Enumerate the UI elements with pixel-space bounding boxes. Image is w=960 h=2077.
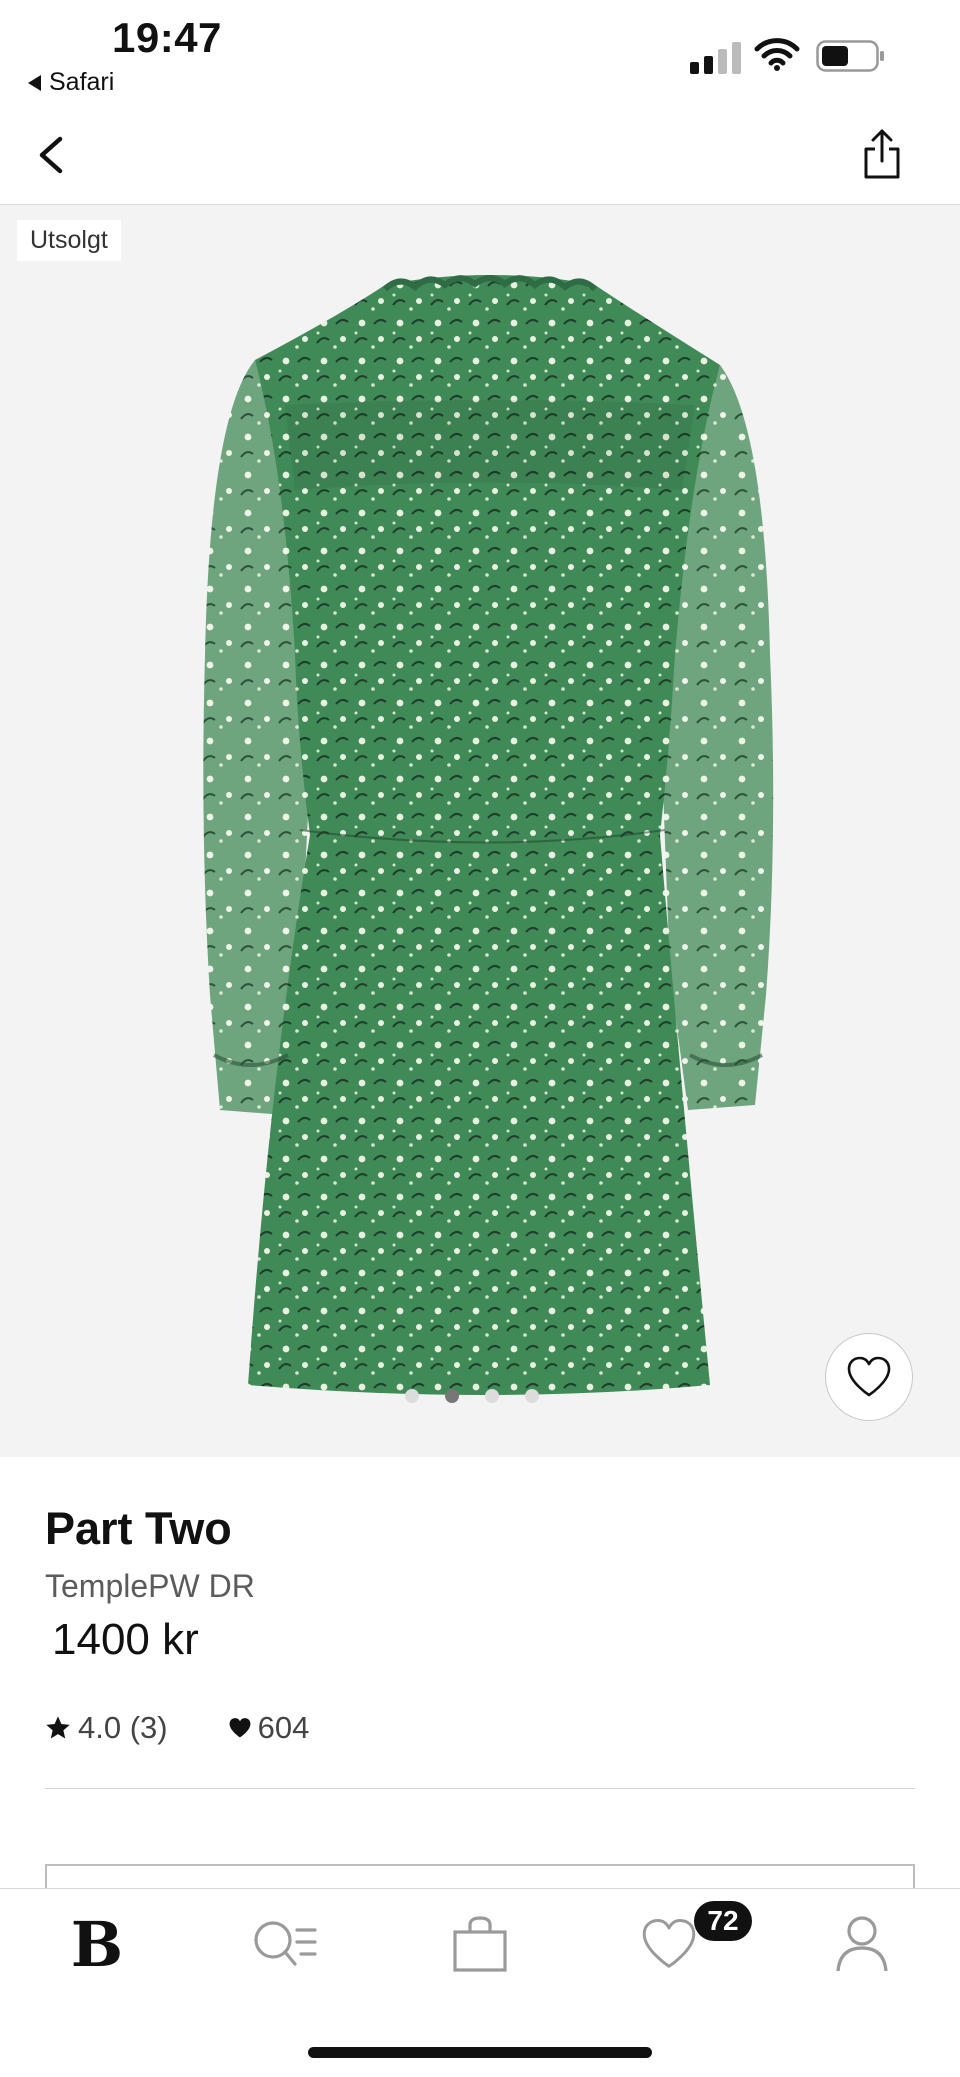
star-icon <box>46 1716 70 1739</box>
product-price: 1400 kr <box>52 1615 199 1664</box>
wifi-icon <box>754 38 800 71</box>
product-brand[interactable]: Part Two <box>45 1503 232 1555</box>
carousel-dots <box>405 1389 539 1403</box>
product-image-carousel[interactable]: Utsolgt <box>0 205 960 1457</box>
tab-home[interactable]: B <box>62 1907 132 1981</box>
search-icon <box>254 1921 317 1966</box>
cellular-signal-icon <box>690 40 742 74</box>
likes-count: 604 <box>257 1710 310 1745</box>
carousel-dot[interactable] <box>485 1389 499 1403</box>
product-name: TemplePW DR <box>45 1568 255 1604</box>
sold-out-badge: Utsolgt <box>17 220 121 261</box>
section-divider <box>45 1788 915 1789</box>
bag-icon <box>453 1916 507 1972</box>
chevron-left-icon[interactable] <box>32 133 72 177</box>
favorites-count-badge: 72 <box>694 1901 752 1941</box>
rating-group[interactable]: 4.0 (3) <box>44 1710 168 1746</box>
back-triangle-icon <box>28 74 41 91</box>
likes-group: 604 <box>228 1710 310 1746</box>
status-bar: 19:47 Safari <box>0 0 960 105</box>
profile-icon <box>836 1916 888 1972</box>
tab-profile[interactable] <box>827 1909 897 1979</box>
dress-image <box>203 275 774 1395</box>
tab-bag[interactable] <box>445 1909 515 1979</box>
heart-icon <box>642 1918 696 1968</box>
brand-logo: B <box>70 1907 124 1981</box>
home-indicator <box>308 2047 652 2058</box>
carousel-dot-active[interactable] <box>445 1389 459 1403</box>
product-meta: 4.0 (3) 604 <box>44 1710 309 1746</box>
add-to-favorites-button[interactable] <box>825 1333 913 1421</box>
heart-outline-icon <box>847 1356 891 1397</box>
carousel-dot[interactable] <box>525 1389 539 1403</box>
tab-search[interactable] <box>250 1909 320 1979</box>
status-time: 19:47 <box>112 14 222 61</box>
back-app-label: Safari <box>49 68 115 96</box>
battery-icon <box>816 40 884 72</box>
carousel-dot[interactable] <box>405 1389 419 1403</box>
top-nav-bar <box>0 105 960 205</box>
share-icon[interactable] <box>862 127 902 181</box>
back-to-safari-link[interactable]: Safari <box>28 68 114 97</box>
rating-value: 4.0 (3) <box>78 1710 168 1745</box>
heart-filled-icon <box>229 1718 251 1738</box>
